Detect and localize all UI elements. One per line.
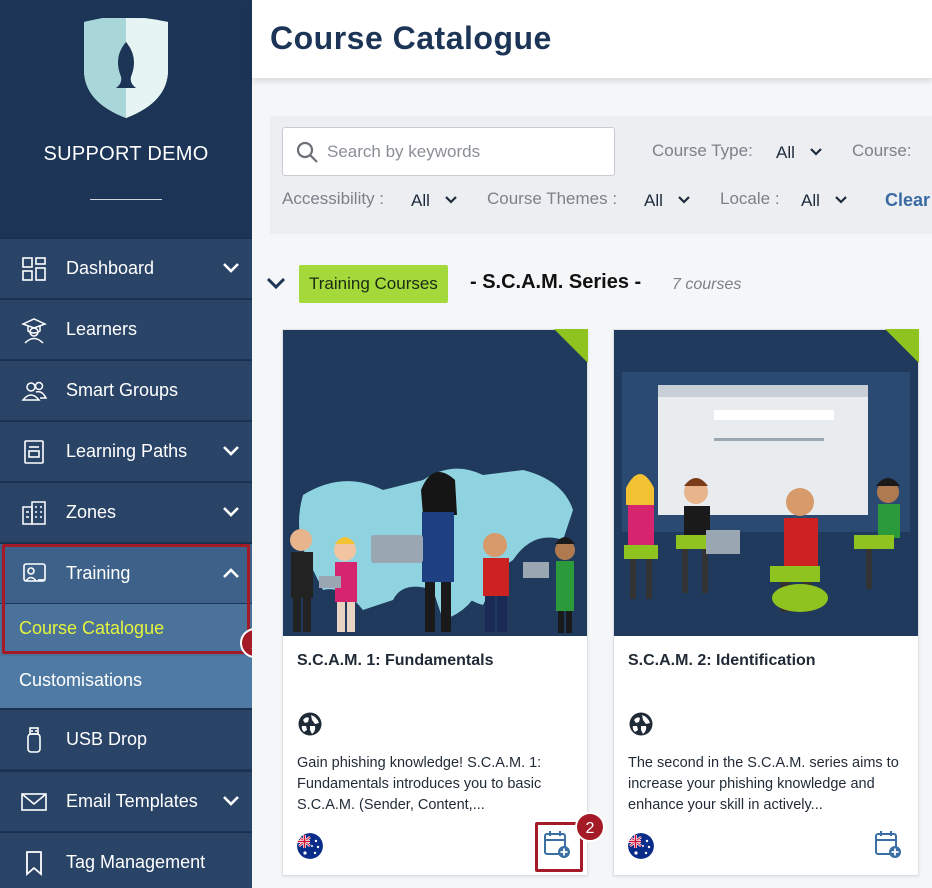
- shield-logo-icon: [84, 18, 168, 118]
- australia-flag-icon: [297, 833, 323, 859]
- sidebar-item-email-templates[interactable]: Email Templates: [0, 771, 252, 831]
- learning-paths-icon: [24, 440, 44, 464]
- course-themes-label: Course Themes :: [487, 189, 618, 208]
- accessibility-label: Accessibility :: [282, 189, 385, 208]
- sidebar-item-label: Tag Management: [66, 852, 206, 872]
- course-thumbnail-image: [614, 330, 918, 636]
- chevron-down-icon[interactable]: [809, 147, 823, 157]
- sidebar-item-dashboard[interactable]: Dashboard: [0, 238, 252, 298]
- chevron-down-icon[interactable]: [266, 276, 286, 290]
- chevron-down-icon: [223, 796, 239, 806]
- dashboard-icon: [22, 257, 46, 281]
- bookmark-icon: [26, 851, 42, 876]
- search-input[interactable]: [327, 138, 597, 166]
- sidebar-item-smart-groups[interactable]: Smart Groups: [0, 360, 252, 420]
- sidebar-item-tag-management[interactable]: Tag Management: [0, 832, 252, 888]
- chevron-down-icon[interactable]: [677, 195, 691, 205]
- course-thumbnail-image: [283, 330, 587, 636]
- globe-icon: [629, 712, 653, 736]
- chevron-down-icon: [223, 446, 239, 456]
- usb-icon: [27, 727, 41, 753]
- sidebar-item-label: Dashboard: [66, 258, 155, 278]
- series-title: - S.C.A.M. Series -: [470, 271, 642, 293]
- course-title[interactable]: S.C.A.M. 2: Identification: [628, 652, 816, 670]
- smart-groups-icon: [21, 381, 48, 401]
- locale-label: Locale :: [720, 189, 780, 208]
- email-icon: [21, 793, 47, 811]
- course-type-label: Course Type:: [652, 141, 753, 160]
- page-header: Course Catalogue: [252, 0, 932, 78]
- sidebar-subitem-label: Customisations: [19, 670, 143, 690]
- sidebar-item-zones[interactable]: Zones: [0, 482, 252, 542]
- sidebar-item-label: USB Drop: [66, 729, 148, 749]
- accessibility-select[interactable]: All: [411, 191, 430, 211]
- sidebar-item-label: Smart Groups: [66, 380, 179, 400]
- sidebar-item-label: Learning Paths: [66, 441, 188, 461]
- sidebar-subitem-customisations[interactable]: Customisations: [0, 656, 252, 708]
- course-type-select[interactable]: All: [776, 143, 795, 163]
- brand-area: SUPPORT DEMO: [0, 0, 252, 238]
- locale-select[interactable]: All: [801, 191, 820, 211]
- new-corner-ribbon: [554, 329, 588, 363]
- course-description: The second in the S.C.A.M. series aims t…: [628, 755, 899, 813]
- clear-filters-link[interactable]: Clear: [885, 190, 930, 211]
- org-name: SUPPORT DEMO: [43, 143, 209, 165]
- sidebar-item-learners[interactable]: Learners: [0, 299, 252, 359]
- course-card[interactable]: S.C.A.M. 1: Fundamentals Gain phishing k…: [282, 329, 588, 876]
- sidebar-item-usb-drop[interactable]: USB Drop: [0, 709, 252, 769]
- chevron-down-icon[interactable]: [444, 195, 458, 205]
- chevron-down-icon[interactable]: [834, 195, 848, 205]
- learner-icon: [21, 318, 47, 344]
- globe-icon: [298, 712, 322, 736]
- sidebar-item-label: Learners: [66, 319, 138, 339]
- course-card[interactable]: S.C.A.M. 2: Identification The second in…: [613, 329, 919, 876]
- chevron-down-icon: [223, 263, 239, 273]
- course-themes-select[interactable]: All: [644, 191, 663, 211]
- course-label: Course:: [852, 141, 912, 160]
- sidebar: SUPPORT DEMO Dashboard Learners Smart Gr…: [0, 0, 252, 888]
- zones-icon: [22, 501, 46, 525]
- divider: [90, 199, 162, 200]
- course-count: 7 courses: [672, 276, 742, 293]
- schedule-calendar-icon[interactable]: [874, 829, 902, 859]
- search-box[interactable]: [282, 127, 615, 176]
- annotation-badge: 2: [575, 812, 605, 842]
- page-title: Course Catalogue: [270, 20, 552, 56]
- australia-flag-icon: [628, 833, 654, 859]
- sidebar-item-label: Email Templates: [66, 791, 198, 811]
- course-description: Gain phishing knowledge! S.C.A.M. 1: Fun…: [297, 755, 542, 813]
- search-icon: [296, 141, 318, 163]
- course-title[interactable]: S.C.A.M. 1: Fundamentals: [297, 652, 493, 670]
- new-corner-ribbon: [885, 329, 919, 363]
- highlight-box-training: [2, 544, 250, 654]
- sidebar-item-learning-paths[interactable]: Learning Paths: [0, 421, 252, 481]
- category-tag: Training Courses: [299, 265, 448, 303]
- sidebar-item-label: Zones: [66, 502, 117, 522]
- chevron-down-icon: [223, 507, 239, 517]
